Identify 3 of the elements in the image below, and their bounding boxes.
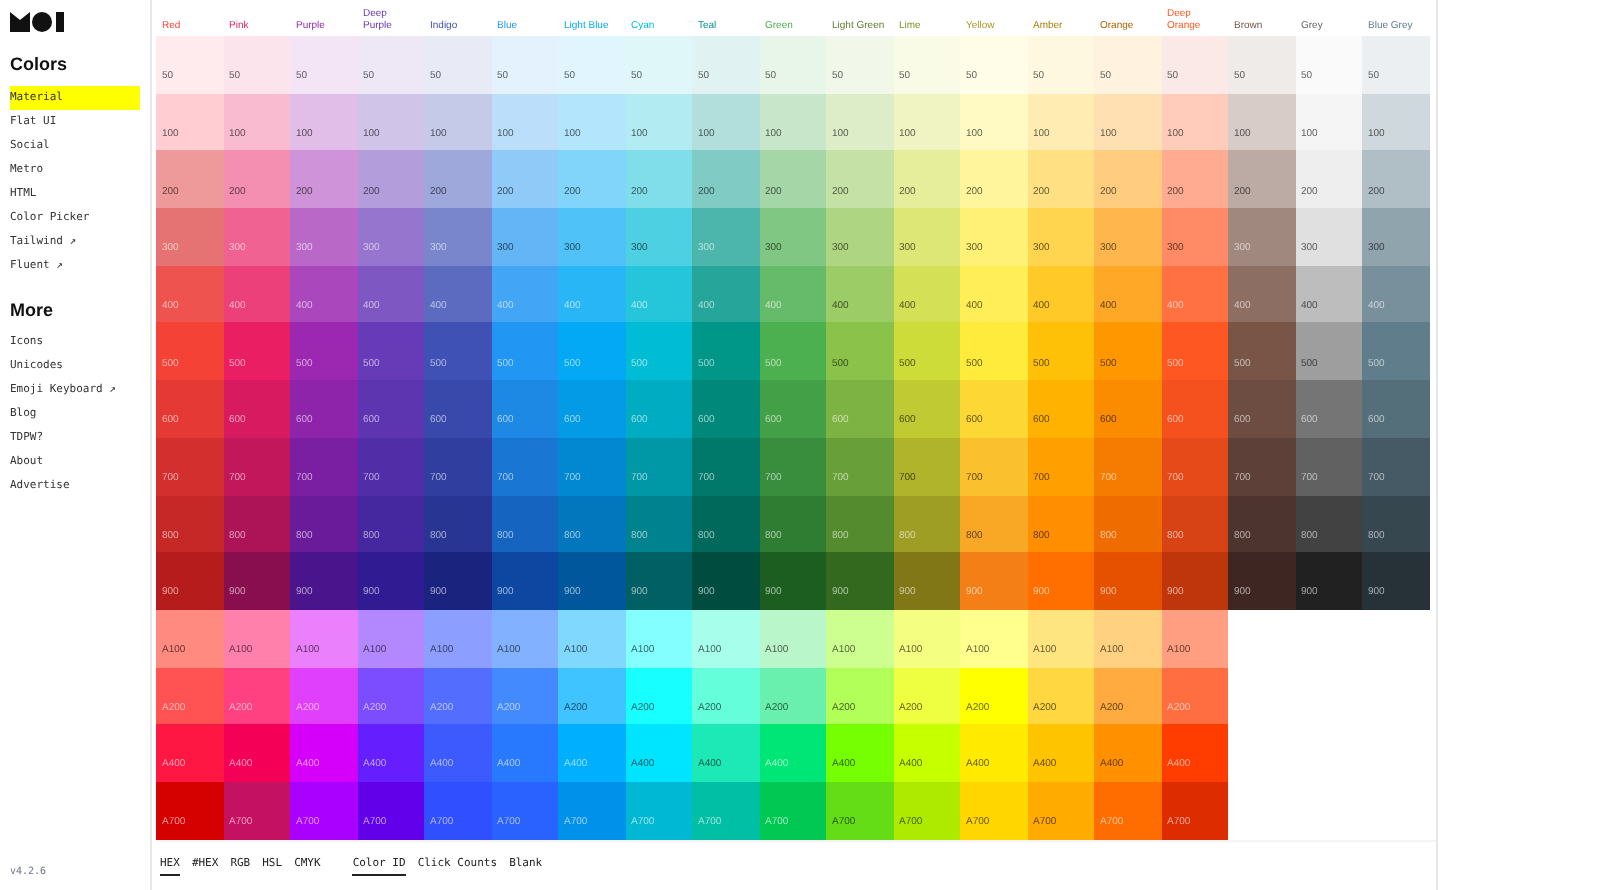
section-title: More	[10, 297, 56, 323]
logo-icon	[10, 12, 66, 32]
section-title: Colors	[10, 52, 70, 78]
